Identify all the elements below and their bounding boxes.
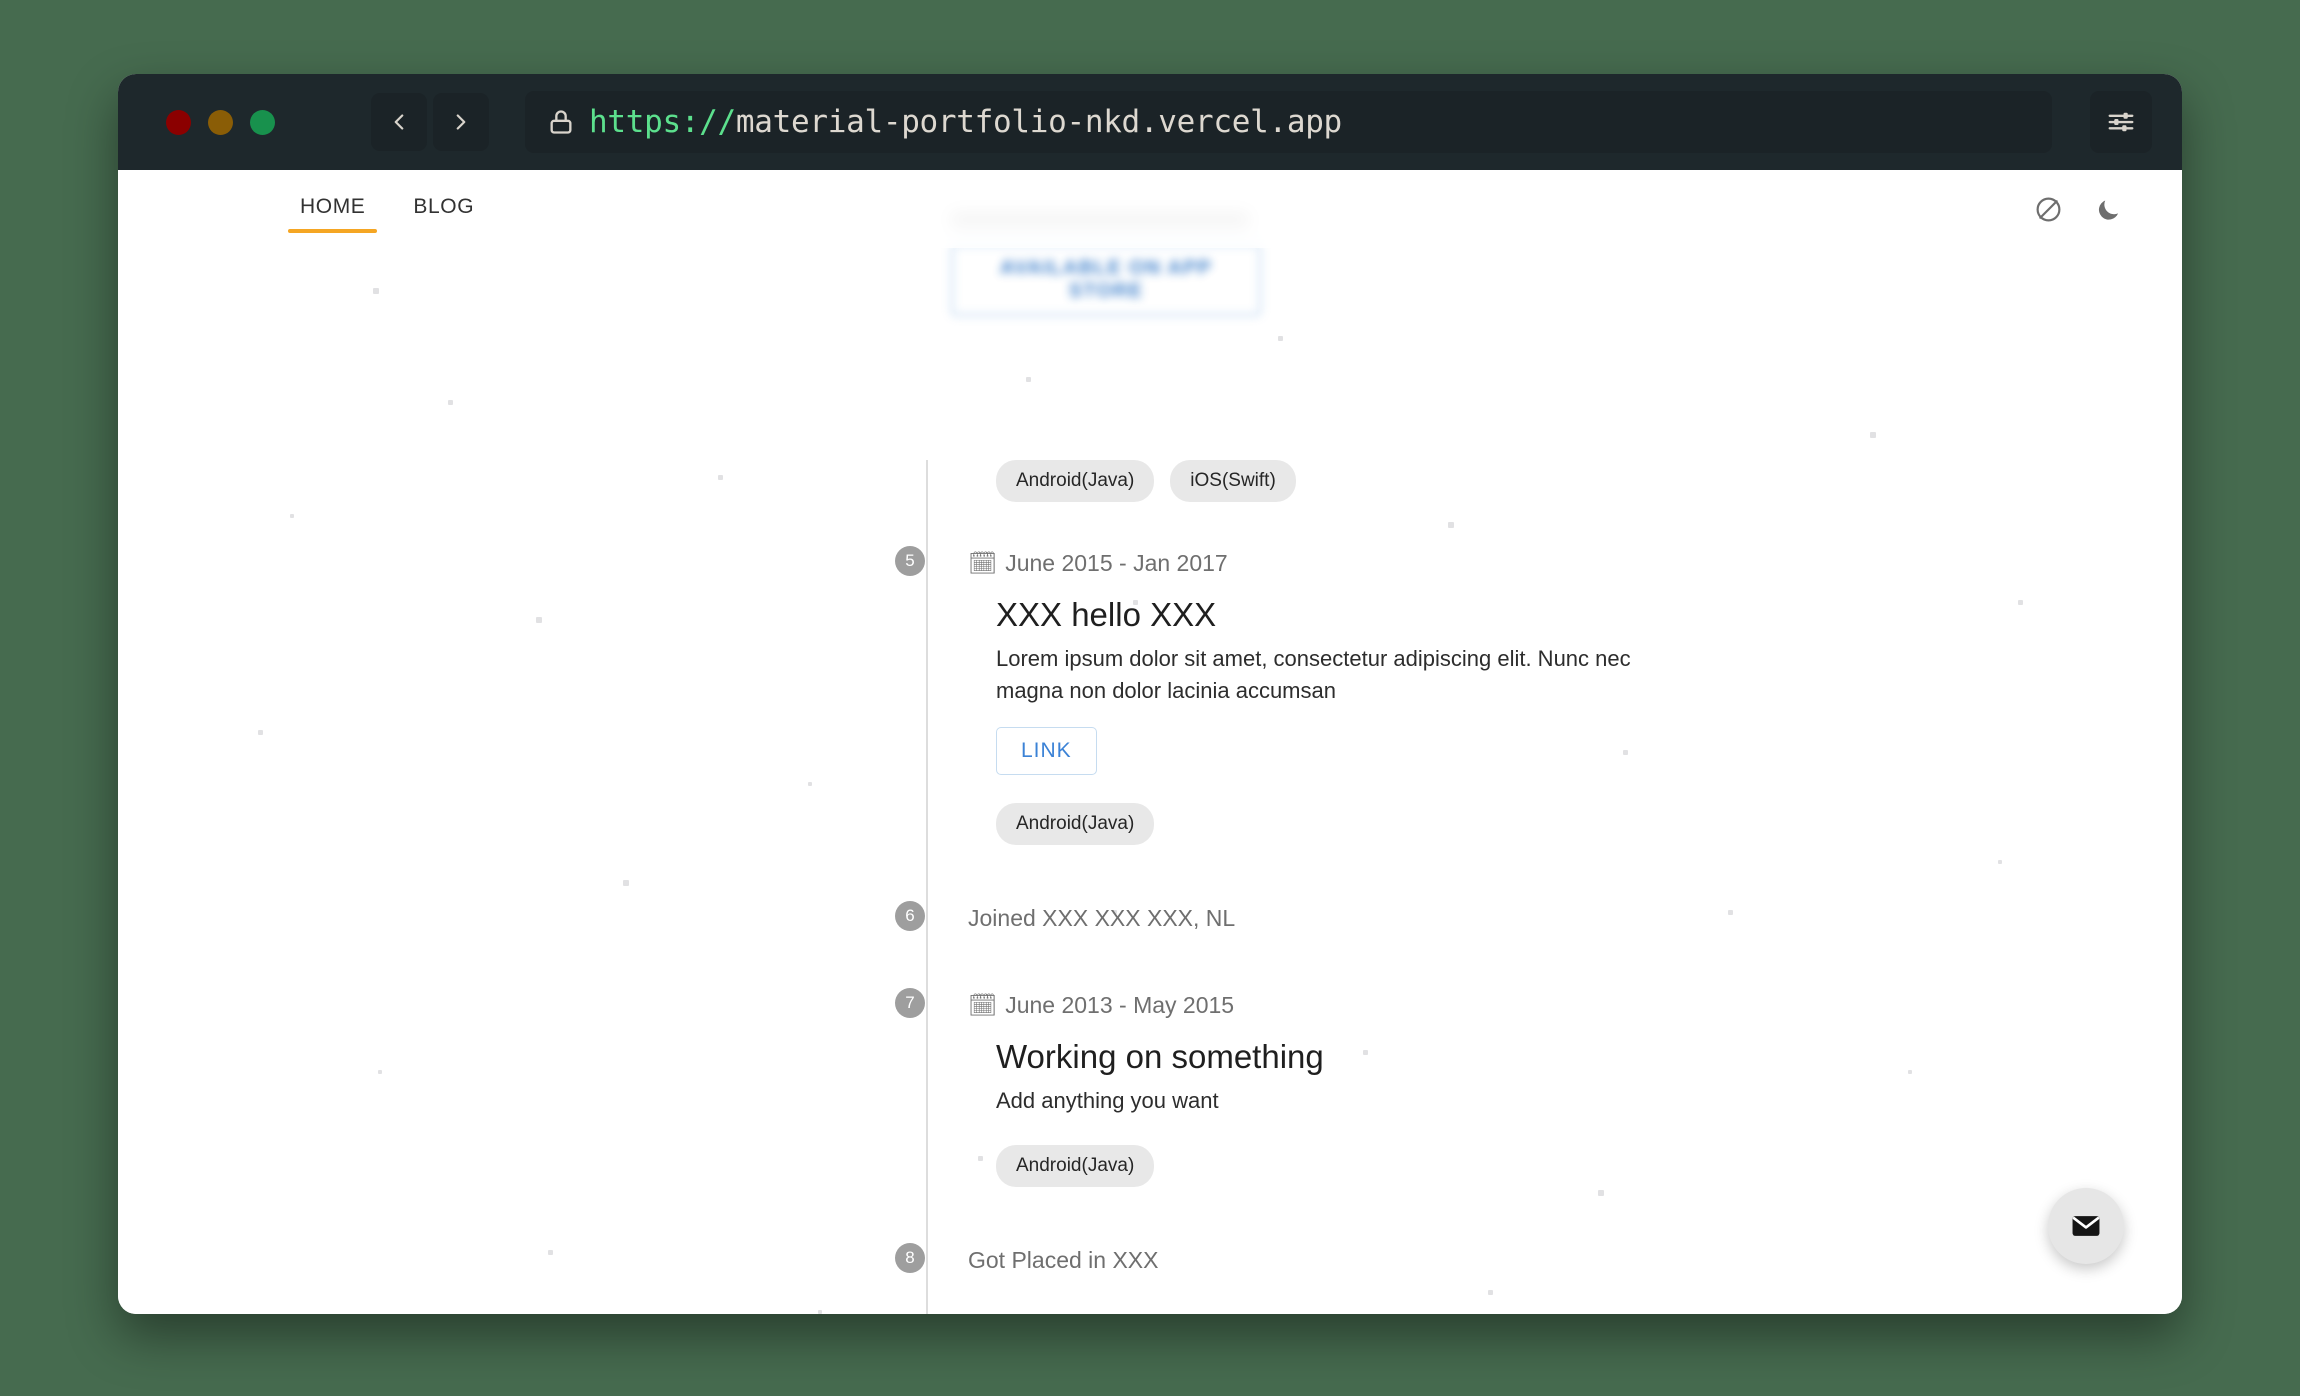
chip[interactable]: Android(Java) [996,460,1155,502]
timeline-date: 🗓 June 2015 - Jan 2017 [968,550,1910,578]
timeline-item-partial: Android(Java) iOS(Swift) [926,460,1910,550]
browser-settings-button[interactable] [2090,91,2152,153]
app-store-button[interactable]: AVAILABLE ON APP STORE [951,244,1261,316]
url-host: material-portfolio-nkd.vercel.app [735,104,1342,140]
timeline-title: XXX hello XXX [996,595,1217,633]
timeline-item-5: 5 🗓 June 2015 - Jan 2017 XXX hello XXX L… [895,546,1910,905]
timeline-plain-text: Joined XXX XXX XXX, NL [968,904,1236,931]
timeline-date: 🗓 June 2013 - May 2015 [968,992,1910,1020]
page-content: Android(Java) iOS(Swift) 5 🗓 June 2015 -… [118,170,2182,1314]
chip[interactable]: iOS(Swift) [1170,460,1296,502]
chip[interactable]: Android(Java) [996,802,1155,845]
calendar-icon: 🗓 [968,550,998,576]
window-traffic-lights [166,109,275,135]
minimize-window-button[interactable] [208,109,233,135]
browser-window: https://material-portfolio-nkd.vercel.ap… [118,74,2182,1314]
site-header: HOME BLOG [118,170,2182,248]
timeline-plain-text: Got Placed in XXX [968,1246,1159,1273]
contact-fab-button[interactable] [2048,1188,2124,1264]
timeline-badge: 7 [895,988,925,1019]
timeline-item-8: 8 Got Placed in XXX [895,1242,1910,1314]
site-nav: HOME BLOG [288,185,486,233]
chip-list: Android(Java) [996,1144,1910,1187]
nav-item-blog[interactable]: BLOG [401,185,486,233]
page-viewport: AVAILABLE ON APP STORE HOME BLOG Android… [118,170,2182,1314]
timeline-title: Working on something [996,1037,1324,1075]
timeline-item-6: 6 Joined XXX XXX XXX, NL [895,900,1910,993]
calendar-icon: 🗓 [968,992,998,1019]
timeline-date-text: June 2013 - May 2015 [1005,992,1235,1019]
timeline-description: Lorem ipsum dolor sit amet, consectetur … [996,645,1631,703]
no-color-icon[interactable] [2034,195,2063,224]
timeline: Android(Java) iOS(Swift) 5 🗓 June 2015 -… [895,460,1910,1314]
timeline-date-text: June 2015 - Jan 2017 [1005,550,1228,576]
forward-button[interactable] [433,93,489,151]
chip-list: Android(Java) [996,802,1910,845]
chevron-right-icon [456,114,466,130]
browser-nav-buttons [371,93,489,151]
link-button[interactable]: LINK [996,726,1097,775]
mail-icon [2072,1216,2100,1236]
back-button[interactable] [371,93,427,151]
timeline-item-7: 7 🗓 June 2013 - May 2015 Working on some… [895,988,1910,1247]
timeline-badge: 5 [895,546,925,576]
chip[interactable]: Android(Java) [996,1144,1155,1187]
timeline-badge: 6 [895,900,925,931]
dark-mode-moon-icon[interactable] [2095,196,2122,223]
browser-toolbar: https://material-portfolio-nkd.vercel.ap… [118,74,2182,170]
url-text: https://material-portfolio-nkd.vercel.ap… [589,104,1342,140]
lock-icon [547,108,575,136]
timeline-description: Add anything you want [996,1088,1219,1114]
nav-item-home[interactable]: HOME [288,185,378,233]
chevron-left-icon [394,114,404,130]
sliders-icon [2108,112,2134,132]
chip-list: Android(Java) iOS(Swift) [996,460,1910,502]
address-bar[interactable]: https://material-portfolio-nkd.vercel.ap… [525,91,2052,153]
maximize-window-button[interactable] [250,109,275,135]
timeline-badge: 8 [895,1242,925,1273]
close-window-button[interactable] [166,109,191,135]
header-actions [2034,195,2122,224]
url-scheme: https:// [589,104,736,140]
